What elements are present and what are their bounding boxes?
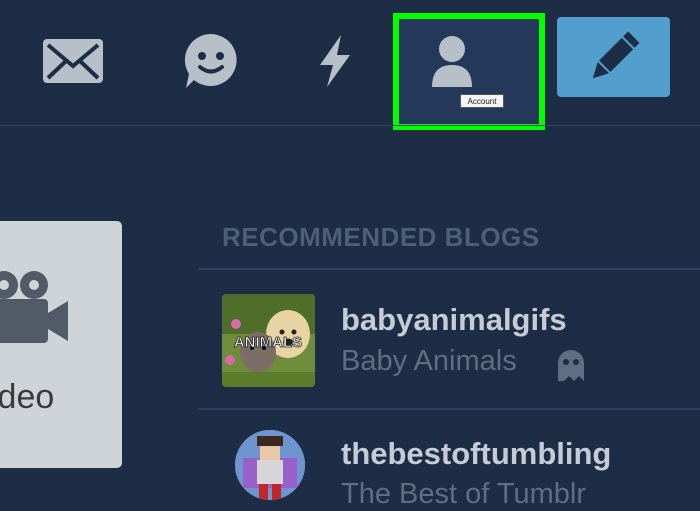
blog-name[interactable]: thebestoftumbling	[341, 436, 611, 472]
pencil-icon	[592, 31, 639, 79]
mail-icon	[43, 38, 103, 83]
mail-button[interactable]	[28, 18, 118, 103]
blog-title: The Best of Tumblr	[341, 478, 586, 510]
animals-avatar-image: ANIMALS	[222, 294, 315, 387]
compose-button[interactable]	[557, 17, 670, 97]
user-icon	[432, 36, 472, 87]
blog-avatar[interactable]	[235, 430, 305, 500]
activity-button[interactable]	[295, 18, 375, 103]
lightning-icon	[320, 34, 350, 87]
smiley-icon	[184, 33, 237, 88]
video-camera-icon	[0, 271, 68, 343]
recommended-blogs-heading: RECOMMENDED BLOGS	[222, 222, 540, 252]
video-post-label: ideo	[0, 378, 55, 416]
blog-avatar[interactable]: ANIMALS	[222, 294, 315, 387]
ghost-emoji-icon	[558, 350, 584, 381]
account-button[interactable]	[393, 13, 545, 130]
topbar-divider	[0, 125, 700, 126]
account-tooltip: Account	[460, 94, 504, 108]
avatar-caption: ANIMALS	[234, 334, 302, 351]
roblox-avatar-image	[235, 430, 305, 500]
messaging-button[interactable]	[168, 18, 253, 103]
blog-title: Baby Animals	[341, 345, 517, 377]
recommended-divider	[198, 408, 700, 410]
video-post-button[interactable]	[0, 221, 122, 468]
top-navigation-bar: Account	[0, 0, 700, 130]
blog-name[interactable]: babyanimalgifs	[341, 302, 567, 338]
recommended-divider	[198, 268, 700, 270]
